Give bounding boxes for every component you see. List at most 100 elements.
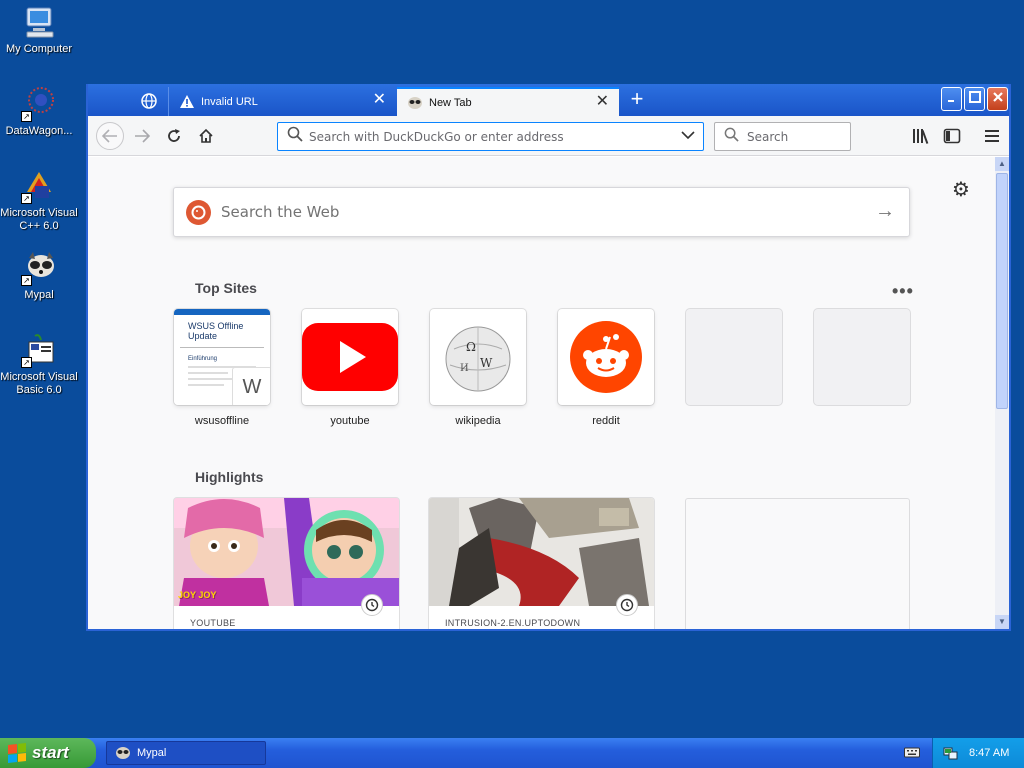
mypal-icon: ↗ xyxy=(21,250,57,286)
highlight-thumbnail xyxy=(429,498,654,606)
highlight-source: YOUTUBE xyxy=(190,618,236,628)
shortcut-arrow-icon: ↗ xyxy=(21,275,32,286)
desktop-icon-label: Microsoft Visual Basic 6.0 xyxy=(0,371,78,396)
top-site-tile-empty[interactable] xyxy=(686,309,782,405)
taskbar: start Mypal 8:47 AM xyxy=(0,738,1024,768)
highlight-card-youtube[interactable]: JOY JOY YOUTUBE xyxy=(174,498,399,629)
taskbar-item-mypal[interactable]: Mypal xyxy=(106,741,266,765)
top-site-tile-reddit[interactable] xyxy=(558,309,654,405)
tab-label: New Tab xyxy=(429,96,472,109)
top-site-label: wikipedia xyxy=(455,415,501,427)
hamburger-menu-icon xyxy=(985,130,999,142)
shortcut-arrow-icon: ↗ xyxy=(21,357,32,368)
desktop-icon-datawagon[interactable]: ↗ DataWagon... xyxy=(0,86,79,138)
desktop-icon-label: DataWagon... xyxy=(5,125,73,137)
desktop-icon-label: My Computer xyxy=(5,43,73,55)
home-button[interactable] xyxy=(192,122,220,150)
search-bar[interactable] xyxy=(714,122,851,151)
home-icon xyxy=(199,128,213,143)
menu-button[interactable] xyxy=(979,123,1005,149)
globe-icon[interactable] xyxy=(130,87,160,116)
new-tab-button[interactable]: + xyxy=(626,87,648,113)
reddit-icon xyxy=(570,321,642,393)
site-letter-badge: W xyxy=(232,367,270,405)
datawagon-icon: ↗ xyxy=(21,86,57,122)
desktop-icon-label: Mypal xyxy=(24,289,54,301)
new-tab-page: ⚙ Search the Web → Top Sites ••• WSUS Of… xyxy=(88,157,995,629)
close-window-button[interactable] xyxy=(987,87,1008,111)
clock-icon xyxy=(616,594,638,616)
forward-button[interactable] xyxy=(128,122,156,150)
desktop-icon-visual-basic[interactable]: ↗ Microsoft Visual Basic 6.0 xyxy=(0,332,79,397)
address-input[interactable] xyxy=(309,129,669,144)
search-icon xyxy=(724,127,739,147)
arrow-right-icon xyxy=(135,129,150,143)
maximize-button[interactable] xyxy=(964,87,985,111)
chevron-down-icon[interactable] xyxy=(681,129,695,143)
highlight-source: INTRUSION-2.EN.UPTODOWN xyxy=(445,618,581,628)
close-tab-icon[interactable]: ✕ xyxy=(596,94,609,110)
visual-basic-icon: ↗ xyxy=(21,332,57,368)
scroll-up-icon[interactable]: ▲ xyxy=(995,157,1009,171)
taskbar-item-label: Mypal xyxy=(137,747,167,759)
arrow-right-icon[interactable]: → xyxy=(875,200,895,223)
web-search-placeholder: Search the Web xyxy=(221,203,340,221)
search-input[interactable] xyxy=(747,129,847,144)
tab-invalid-url[interactable]: Invalid URL ✕ xyxy=(168,87,396,116)
sidebar-button[interactable] xyxy=(939,123,965,149)
top-site-tile-empty[interactable] xyxy=(814,309,910,405)
scrollbar-thumb[interactable] xyxy=(996,173,1008,409)
top-site-tile-wikipedia[interactable]: ΩWИ xyxy=(430,309,526,405)
back-button[interactable] xyxy=(96,122,124,150)
warning-icon xyxy=(179,94,195,110)
mypal-icon xyxy=(116,747,130,759)
search-icon xyxy=(287,126,303,147)
tab-new-tab[interactable]: New Tab ✕ xyxy=(397,87,619,116)
keyboard-icon[interactable] xyxy=(904,745,920,759)
top-site-label: youtube xyxy=(330,415,370,427)
highlights-heading: Highlights xyxy=(195,469,264,485)
shortcut-arrow-icon: ↗ xyxy=(21,193,32,204)
svg-text:И: И xyxy=(460,363,469,374)
more-options-icon[interactable]: ••• xyxy=(892,281,914,302)
tab-label: Invalid URL xyxy=(201,95,258,108)
minimize-button[interactable] xyxy=(941,87,962,111)
desktop-icon-label: Microsoft Visual C++ 6.0 xyxy=(0,207,78,232)
top-site-tile-wsusoffline[interactable]: WSUS Offline Update Einführung W xyxy=(174,309,270,405)
highlight-card-empty xyxy=(685,498,910,629)
shortcut-arrow-icon: ↗ xyxy=(21,111,32,122)
thumbnail-title: WSUS Offline Update xyxy=(188,321,244,341)
web-search-box[interactable]: Search the Web → xyxy=(173,187,910,237)
tab-bar: Invalid URL ✕ New Tab ✕ + xyxy=(88,84,1009,116)
library-button[interactable] xyxy=(908,123,934,149)
vertical-scrollbar[interactable]: ▲ ▼ xyxy=(995,157,1009,629)
visual-cpp-icon: ↗ xyxy=(21,168,57,204)
gear-icon[interactable]: ⚙ xyxy=(952,177,970,202)
top-site-tile-youtube[interactable] xyxy=(302,309,398,405)
highlight-card-intrusion[interactable]: INTRUSION-2.EN.UPTODOWN xyxy=(429,498,654,629)
scroll-down-icon[interactable]: ▼ xyxy=(995,615,1009,629)
start-button[interactable]: start xyxy=(0,738,96,768)
duckduckgo-icon xyxy=(186,199,211,225)
system-tray: 8:47 AM xyxy=(932,738,1024,768)
close-icon xyxy=(992,92,1003,102)
desktop-icon-my-computer[interactable]: My Computer xyxy=(0,4,79,56)
browser-window: Invalid URL ✕ New Tab ✕ + Search with Du… xyxy=(86,84,1011,631)
top-site-label: wsusoffline xyxy=(194,415,250,427)
top-sites-heading: Top Sites xyxy=(195,280,257,296)
wikipedia-globe-icon: ΩWИ xyxy=(445,326,511,392)
desktop-icon-visual-cpp[interactable]: ↗ Microsoft Visual C++ 6.0 xyxy=(0,168,79,233)
desktop-icon-mypal[interactable]: ↗ Mypal xyxy=(0,250,79,302)
reload-button[interactable] xyxy=(160,122,188,150)
highlight-thumbnail: JOY JOY xyxy=(174,498,399,606)
computer-icon xyxy=(21,4,57,40)
address-bar[interactable] xyxy=(277,122,704,151)
start-label: start xyxy=(32,743,69,762)
library-icon xyxy=(913,129,929,144)
network-icon[interactable] xyxy=(943,745,959,761)
clock-time[interactable]: 8:47 AM xyxy=(969,747,1009,759)
reload-icon xyxy=(168,129,180,142)
svg-text:Ω: Ω xyxy=(466,340,476,354)
close-tab-icon[interactable]: ✕ xyxy=(373,92,386,108)
top-site-label: reddit xyxy=(592,415,620,427)
